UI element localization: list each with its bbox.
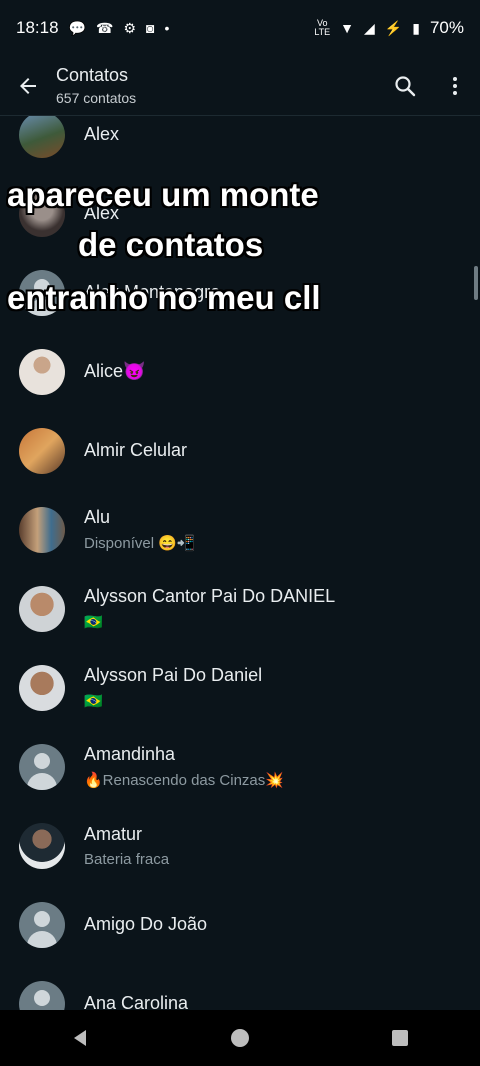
contact-row[interactable]: Alu Disponível 😄📲 [0, 490, 480, 569]
status-right: Vo LTE ▼ ◢ ⚡ ▮ 70% [314, 18, 464, 38]
overlay-caption-line-2: de contatos [78, 226, 264, 263]
more-options-button[interactable] [430, 58, 480, 114]
contact-status: 🇧🇷 [84, 614, 103, 631]
nav-back-button[interactable] [50, 1010, 110, 1066]
contact-row[interactable]: Ana Carolina [0, 964, 480, 1010]
avatar [19, 111, 65, 158]
contact-row[interactable]: Amatur Bateria fraca [0, 806, 480, 885]
page-title: Contatos [56, 65, 129, 85]
whatsapp-notification-icon: ◙ [146, 20, 155, 36]
missed-call-icon: ☎ [95, 20, 114, 36]
square-recents-icon [392, 1030, 408, 1046]
contact-status: Bateria fraca [84, 850, 170, 868]
contact-row[interactable]: Alice😈 [0, 332, 480, 411]
contact-row[interactable]: Amandinha 🔥Renascendo das Cinzas💥 [0, 727, 480, 806]
more-vertical-icon [453, 76, 457, 95]
contact-row[interactable]: Amigo Do João [0, 885, 480, 964]
triangle-back-icon [74, 1030, 86, 1046]
contact-name: Alysson Cantor Pai Do DANIEL [84, 586, 336, 606]
search-icon [395, 75, 416, 96]
search-button[interactable] [380, 58, 430, 114]
more-notifications-icon: • [164, 20, 170, 36]
arrow-left-icon [20, 77, 36, 94]
status-bar: 18:18 💬 ☎ ⚙ ◙ • Vo LTE ▼ ◢ ⚡ ▮ 70% [0, 0, 480, 56]
contact-row[interactable]: Almir Celular [0, 411, 480, 490]
title-block: Contatos 657 contatos [56, 65, 380, 106]
contact-name: Amatur [84, 823, 143, 844]
overlay-caption-line-3: entranho no meu cll [7, 279, 321, 316]
chat-notification-icon: 💬 [68, 20, 86, 36]
contact-name: Alu [84, 507, 111, 527]
contact-name: Alysson Pai Do Daniel [84, 665, 263, 685]
contact-row[interactable]: Alysson Cantor Pai Do DANIEL 🇧🇷 [0, 569, 480, 648]
avatar [19, 506, 65, 553]
contact-status: 🇧🇷 [84, 693, 103, 710]
contact-name: Alice😈 [84, 361, 146, 381]
back-button[interactable] [0, 58, 56, 114]
avatar [19, 348, 65, 395]
circle-home-icon [231, 1029, 249, 1047]
avatar [19, 585, 65, 632]
app-bar: Contatos 657 contatos [0, 56, 480, 116]
wifi-icon: ▼ [340, 20, 355, 36]
app-notification-icon: ⚙ [123, 20, 136, 36]
contact-name: Ana Carolina [84, 993, 189, 1010]
nav-recents-button[interactable] [370, 1010, 430, 1066]
contact-status: Disponível 😄📲 [84, 535, 196, 552]
contact-name: Amigo Do João [84, 914, 208, 934]
volte-icon: Vo LTE [314, 18, 331, 37]
contact-status: 🔥Renascendo das Cinzas💥 [84, 772, 284, 789]
navigation-bar [0, 1010, 480, 1066]
signal-icon: ◢ [364, 20, 375, 36]
contact-name: Amandinha [84, 744, 176, 764]
contact-name: Almir Celular [84, 440, 188, 460]
avatar [19, 822, 65, 869]
avatar [19, 427, 65, 474]
avatar [19, 901, 65, 948]
overlay-caption-line-1: apareceu um monte [7, 176, 319, 213]
nav-home-button[interactable] [210, 1010, 270, 1066]
battery-percent: 70% [429, 18, 464, 37]
avatar [19, 664, 65, 711]
no-signal-icon: ⚡ [384, 20, 403, 36]
contact-row[interactable]: Alysson Pai Do Daniel 🇧🇷 [0, 648, 480, 727]
avatar [19, 743, 65, 790]
avatar [19, 980, 65, 1010]
clock: 18:18 [16, 18, 59, 37]
contact-name: Alex [84, 124, 120, 144]
battery-icon: ▮ [412, 20, 420, 36]
contact-count: 657 contatos [56, 90, 137, 106]
status-left: 18:18 💬 ☎ ⚙ ◙ • [16, 18, 169, 38]
